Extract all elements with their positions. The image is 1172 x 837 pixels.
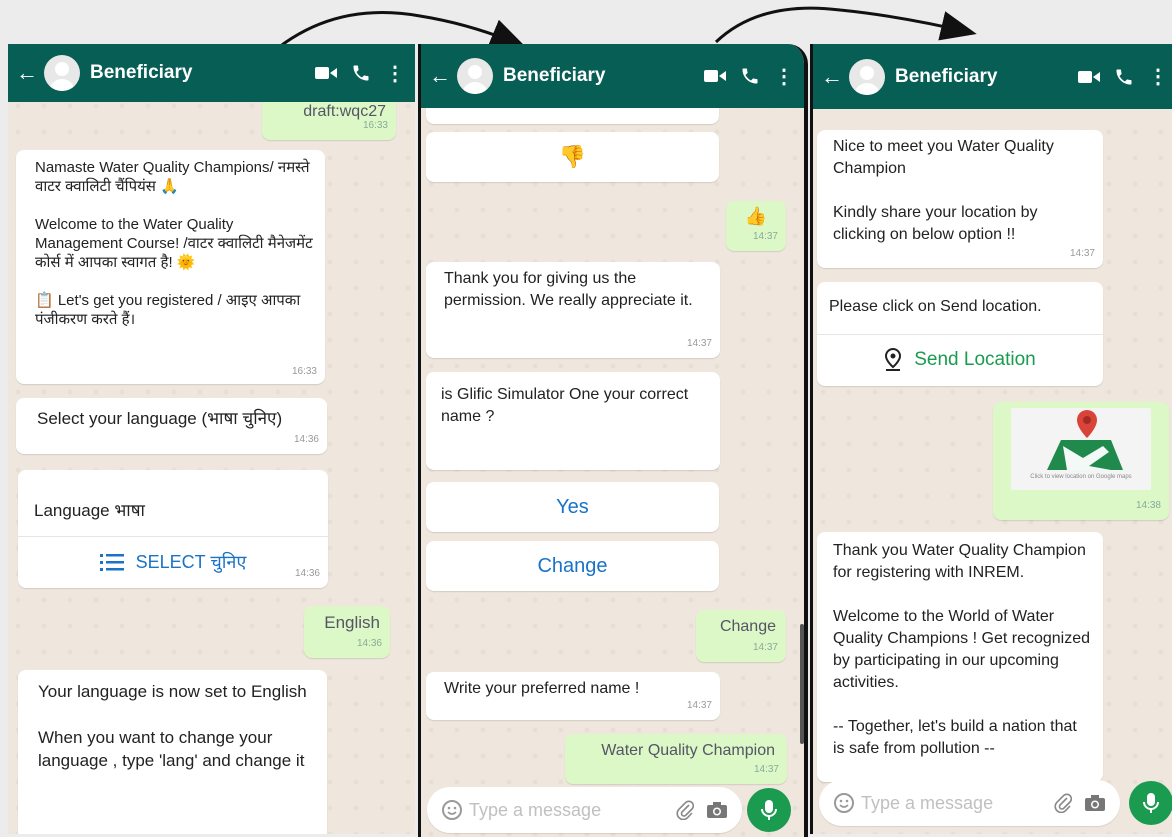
phone-icon[interactable] bbox=[740, 66, 760, 86]
meet-message: Nice to meet you Water Quality Champion … bbox=[817, 130, 1103, 268]
message-time: 14:37 bbox=[753, 764, 779, 775]
send-location-button[interactable]: Send Location bbox=[817, 334, 1103, 386]
back-arrow-icon[interactable]: ← bbox=[821, 65, 843, 88]
attach-icon[interactable] bbox=[676, 800, 694, 820]
message-composer[interactable]: Type a message bbox=[819, 780, 1120, 826]
change-label: Change bbox=[537, 554, 608, 577]
contact-name[interactable]: Beneficiary bbox=[503, 65, 704, 87]
list-icon bbox=[99, 553, 124, 571]
message-text: is Glific Simulator One your correct nam… bbox=[441, 386, 689, 425]
welcome-message: Namaste Water Quality Champions/ नमस्ते … bbox=[16, 150, 325, 384]
message-composer[interactable]: Type a message bbox=[427, 787, 742, 833]
avatar[interactable] bbox=[44, 55, 80, 91]
chat-panel-3: ← Beneficiary ⋮ Nice to meet you Water Q… bbox=[810, 44, 1172, 834]
language-set-message: Your language is now set to English When… bbox=[18, 670, 327, 834]
message-text: Change bbox=[719, 618, 776, 635]
thumbs-down-button[interactable]: 👎 bbox=[426, 132, 719, 182]
preferred-name-message: Write your preferred name ! 14:37 bbox=[426, 672, 720, 720]
message-time: 14:36 bbox=[294, 568, 320, 579]
thumbs-down-icon: 👎 bbox=[558, 144, 587, 169]
video-call-icon[interactable] bbox=[1078, 70, 1100, 84]
message-input[interactable]: Type a message bbox=[861, 793, 1054, 814]
phone-icon[interactable] bbox=[1114, 67, 1134, 87]
message-input[interactable]: Type a message bbox=[469, 800, 676, 821]
change-button[interactable]: Change bbox=[426, 541, 719, 591]
back-arrow-icon[interactable]: ← bbox=[429, 65, 451, 87]
more-options-icon[interactable]: ⋮ bbox=[1148, 64, 1168, 89]
message-text: Your language is now set to English When… bbox=[38, 682, 307, 770]
contact-name[interactable]: Beneficiary bbox=[90, 62, 315, 84]
yes-label: Yes bbox=[556, 495, 589, 518]
emoji-icon[interactable] bbox=[833, 792, 855, 814]
message-text: Thank you for giving us the permission. … bbox=[444, 270, 693, 309]
select-language-button[interactable]: SELECT चुनिए bbox=[18, 536, 328, 588]
message-text: Select your language (भाषा चुनिए) bbox=[37, 409, 283, 428]
scrollbar[interactable] bbox=[800, 624, 804, 744]
send-location-message: Please click on Send location. Send Loca… bbox=[817, 282, 1103, 386]
mic-icon bbox=[761, 800, 777, 820]
message-text: Write your preferred name ! bbox=[444, 680, 640, 697]
contact-name[interactable]: Beneficiary bbox=[895, 66, 1078, 88]
back-arrow-icon[interactable]: ← bbox=[16, 62, 38, 84]
message-time: 14:37 bbox=[686, 338, 712, 349]
message-text: Thank you Water Quality Champion for reg… bbox=[833, 542, 1091, 757]
camera-icon[interactable] bbox=[1084, 794, 1106, 812]
video-call-icon[interactable] bbox=[315, 66, 337, 80]
location-reply: Click to view location on Google maps 14… bbox=[993, 402, 1169, 520]
avatar[interactable] bbox=[457, 58, 493, 94]
change-reply: Change 14:37 bbox=[696, 610, 786, 662]
registered-message: Thank you Water Quality Champion for reg… bbox=[817, 532, 1103, 782]
attach-icon[interactable] bbox=[1054, 793, 1072, 813]
chat-header: ← Beneficiary ⋮ bbox=[813, 44, 1172, 109]
name-question-message: is Glific Simulator One your correct nam… bbox=[426, 372, 720, 470]
thanks-message: Thank you for giving us the permission. … bbox=[426, 262, 720, 358]
thumbs-up-reply: 👍 14:37 bbox=[726, 201, 786, 251]
chat-header: ← Beneficiary ⋮ bbox=[421, 44, 804, 108]
mic-button[interactable] bbox=[747, 788, 791, 832]
thumbs-up-icon: 👍 bbox=[744, 206, 768, 226]
more-options-icon[interactable]: ⋮ bbox=[774, 64, 794, 89]
message-text: Namaste Water Quality Champions/ नमस्ते … bbox=[35, 159, 313, 328]
map-caption: Click to view location on Google maps bbox=[1030, 474, 1132, 480]
message-text: Water Quality Champion bbox=[601, 742, 775, 759]
map-thumbnail[interactable]: Click to view location on Google maps bbox=[1011, 408, 1151, 490]
send-location-label: Send Location bbox=[914, 349, 1036, 370]
mic-icon bbox=[1143, 793, 1159, 813]
chat-panel-2: ← Beneficiary ⋮ 👎 👍 14:37 Thank you for … bbox=[418, 44, 808, 837]
draft-message: draft:wqc27 16:33 bbox=[262, 96, 396, 140]
phone-icon[interactable] bbox=[351, 63, 371, 83]
message-time: 16:33 bbox=[291, 366, 317, 377]
message-time: 14:37 bbox=[752, 231, 778, 242]
avatar[interactable] bbox=[849, 58, 885, 95]
video-call-icon[interactable] bbox=[704, 69, 726, 83]
language-list-message: Language भाषा SELECT चुनिए 14:36 bbox=[18, 470, 328, 588]
mic-button[interactable] bbox=[1129, 781, 1172, 825]
english-reply: English 14:36 bbox=[304, 606, 390, 658]
emoji-icon[interactable] bbox=[441, 799, 463, 821]
chat-panel-1: ← Beneficiary ⋮ draft:wqc27 16:33 Namast… bbox=[8, 44, 415, 834]
yes-button[interactable]: Yes bbox=[426, 482, 719, 532]
select-button-label: SELECT चुनिए bbox=[135, 552, 247, 572]
message-text: English bbox=[324, 613, 380, 632]
select-language-message: Select your language (भाषा चुनिए) 14:36 bbox=[16, 398, 327, 454]
more-options-icon[interactable]: ⋮ bbox=[385, 61, 405, 86]
message-text: Please click on Send location. bbox=[829, 298, 1042, 315]
message-time: 14:36 bbox=[293, 434, 319, 445]
message-time: 14:36 bbox=[356, 638, 382, 649]
name-reply: Water Quality Champion 14:37 bbox=[565, 734, 787, 784]
camera-icon[interactable] bbox=[706, 801, 728, 819]
message-time: 14:37 bbox=[752, 642, 778, 653]
message-time: 14:37 bbox=[686, 700, 712, 711]
chat-header: ← Beneficiary ⋮ bbox=[8, 44, 415, 102]
location-pin-icon bbox=[884, 348, 902, 372]
message-time: 14:37 bbox=[1069, 248, 1095, 259]
message-time: 14:38 bbox=[1135, 500, 1161, 511]
message-text: Nice to meet you Water Quality Champion … bbox=[833, 138, 1054, 243]
message-time: 16:33 bbox=[362, 120, 388, 131]
language-label: Language भाषा bbox=[34, 501, 145, 520]
